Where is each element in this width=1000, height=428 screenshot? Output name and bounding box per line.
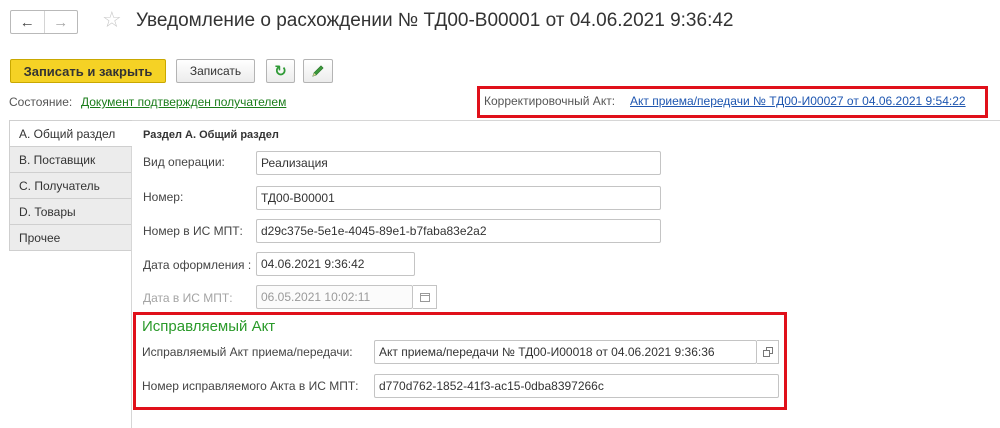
mpt-date-label: Дата в ИС МПТ:	[143, 291, 233, 305]
tab-general-section[interactable]: А. Общий раздел	[9, 120, 132, 147]
corrected-act-mpt-field[interactable]: d770d762-1852-41f3-ac15-0dba8397266c	[374, 374, 779, 398]
calendar-button	[413, 285, 437, 309]
back-arrow-icon[interactable]: ←	[11, 11, 44, 33]
number-field[interactable]: ТД00-В00001	[256, 186, 661, 210]
mpt-number-field[interactable]: d29c375e-5e1e-4045-89e1-b7faba83e2a2	[256, 219, 661, 243]
corrective-act-label: Корректировочный Акт:	[484, 94, 616, 108]
favorite-star-icon[interactable]: ☆	[102, 8, 122, 32]
tab-recipient[interactable]: С. Получатель	[9, 173, 132, 199]
refresh-icon: ↻	[274, 63, 287, 80]
status-label: Состояние:	[9, 95, 73, 109]
corrected-act-group-title: Исправляемый Акт	[142, 318, 276, 335]
save-button[interactable]: Записать	[176, 59, 255, 83]
corrected-act-mpt-label: Номер исправляемого Акта в ИС МПТ:	[142, 379, 359, 393]
section-title: Раздел А. Общий раздел	[143, 129, 279, 141]
edit-button[interactable]	[303, 59, 333, 83]
corrective-act-link[interactable]: Акт приема/передачи № ТД00-И00027 от 04.…	[630, 94, 966, 108]
open-act-button[interactable]	[757, 340, 779, 364]
tabs-top-divider	[132, 120, 1000, 121]
pencil-icon	[312, 65, 324, 77]
tab-goods[interactable]: D. Товары	[9, 199, 132, 225]
nav-buttons: ← →	[10, 10, 78, 34]
issue-date-label: Дата оформления :	[143, 258, 252, 272]
mpt-date-field: 06.05.2021 10:02:11	[256, 285, 413, 309]
tab-other[interactable]: Прочее	[9, 225, 132, 251]
mpt-number-label: Номер в ИС МПТ:	[143, 224, 243, 238]
tab-supplier[interactable]: В. Поставщик	[9, 147, 132, 173]
window-title: Уведомление о расхождении № ТД00-В00001 …	[136, 10, 734, 31]
operation-type-field[interactable]: Реализация	[256, 151, 661, 175]
number-label: Номер:	[143, 190, 184, 204]
operation-type-label: Вид операции:	[143, 155, 225, 169]
corrected-act-field[interactable]: Акт приема/передачи № ТД00-И00018 от 04.…	[374, 340, 757, 364]
issue-date-field[interactable]: 04.06.2021 9:36:42	[256, 252, 415, 276]
save-and-close-button[interactable]: Записать и закрыть	[10, 59, 166, 83]
refresh-button[interactable]: ↻	[266, 59, 295, 83]
corrected-act-label: Исправляемый Акт приема/передачи:	[142, 345, 353, 359]
status-link[interactable]: Документ подтвержден получателем	[81, 95, 286, 109]
calendar-icon	[419, 293, 430, 302]
open-link-icon	[762, 347, 773, 357]
forward-arrow-icon[interactable]: →	[43, 11, 78, 33]
tabs-side-divider	[131, 147, 132, 428]
